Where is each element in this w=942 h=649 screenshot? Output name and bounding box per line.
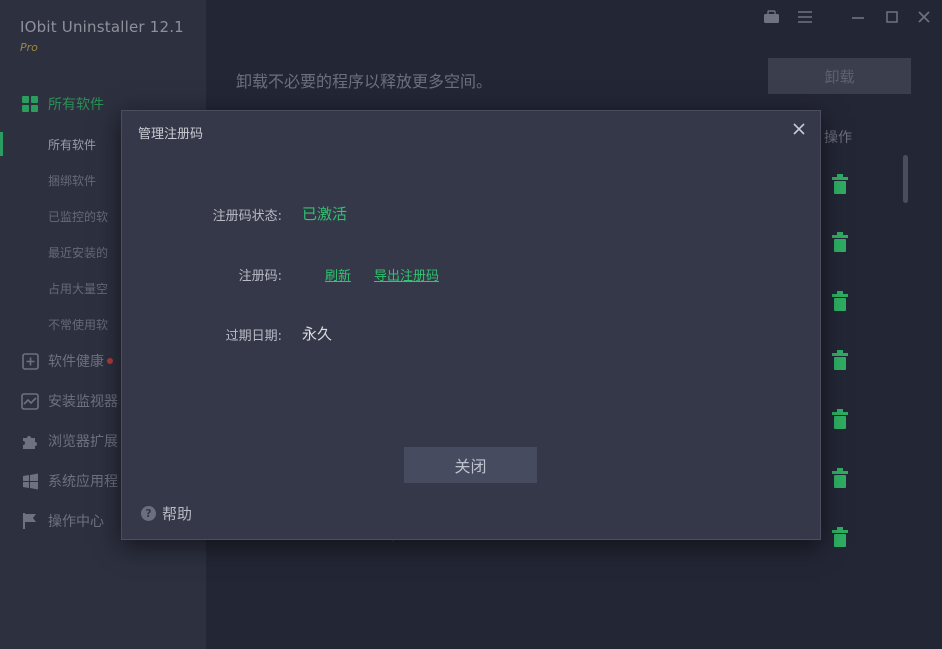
sidebar-sub-label: 捆绑软件 xyxy=(48,173,97,188)
sidebar-sub-label: 所有软件 xyxy=(48,137,97,152)
export-license-link[interactable]: 导出注册码 xyxy=(374,265,439,284)
app-title: IObit Uninstaller 12.1 xyxy=(20,18,184,36)
trash-icon[interactable] xyxy=(830,525,850,549)
sidebar-item-label: 软件健康 xyxy=(48,354,104,370)
menu-icon[interactable] xyxy=(796,8,814,26)
close-window-icon[interactable] xyxy=(915,8,933,26)
trash-icon[interactable] xyxy=(830,172,850,196)
license-status-value: 已激活 xyxy=(302,205,348,223)
dialog-title: 管理注册码 xyxy=(138,127,204,142)
close-button[interactable]: 关闭 xyxy=(404,447,537,483)
license-status-label: 注册码状态: xyxy=(212,209,282,224)
expiry-date-label: 过期日期: xyxy=(225,329,282,344)
minimize-icon[interactable] xyxy=(849,8,867,26)
sidebar-item-label: 所有软件 xyxy=(48,97,104,113)
grid-icon xyxy=(20,94,40,114)
help-label: 帮助 xyxy=(162,505,193,523)
expiry-date-value: 永久 xyxy=(302,325,333,343)
refresh-link[interactable]: 刷新 xyxy=(325,265,351,284)
dialog-close-icon[interactable] xyxy=(788,118,810,140)
trash-icon[interactable] xyxy=(830,407,850,431)
sidebar-sub-label: 不常使用软 xyxy=(48,317,109,332)
maximize-icon[interactable] xyxy=(883,8,901,26)
sidebar-item-label: 安装监视器 xyxy=(48,394,118,410)
license-key-label: 注册码: xyxy=(238,269,282,284)
trash-icon[interactable] xyxy=(830,289,850,313)
sidebar-item-label: 系统应用程 xyxy=(48,474,118,490)
trash-icon[interactable] xyxy=(830,348,850,372)
monitor-icon xyxy=(20,391,40,411)
app-edition: Pro xyxy=(20,41,38,54)
toolbox-icon[interactable] xyxy=(762,8,780,26)
main-subtitle: 卸载不必要的程序以释放更多空间。 xyxy=(236,72,493,91)
puzzle-icon xyxy=(20,431,40,451)
sidebar-sub-label: 占用大量空 xyxy=(48,281,109,296)
trash-icon[interactable] xyxy=(830,230,850,254)
notification-badge xyxy=(107,358,113,364)
operation-column-header: 操作 xyxy=(824,130,852,146)
trash-icon[interactable] xyxy=(830,466,850,490)
sidebar-item-label: 操作中心 xyxy=(48,514,104,530)
sidebar-sub-label: 已监控的软 xyxy=(48,209,109,224)
sidebar-item-label: 浏览器扩展 xyxy=(48,434,118,450)
manage-license-dialog: 管理注册码 注册码状态: 已激活 注册码: 刷新 导出注册码 过期日期: 永久 … xyxy=(121,110,821,540)
windows-icon xyxy=(20,471,40,491)
scrollbar-thumb[interactable] xyxy=(903,155,908,203)
flag-icon xyxy=(20,511,40,531)
sidebar-sub-label: 最近安装的 xyxy=(48,245,109,260)
help-link[interactable]: ? 帮助 xyxy=(141,503,192,524)
health-plus-icon xyxy=(20,351,40,371)
help-icon: ? xyxy=(141,506,156,521)
app-window: IObit Uninstaller 12.1 Pro 所有软件 所有软件 捆绑软… xyxy=(0,0,942,649)
uninstall-button[interactable]: 卸载 xyxy=(768,58,911,94)
